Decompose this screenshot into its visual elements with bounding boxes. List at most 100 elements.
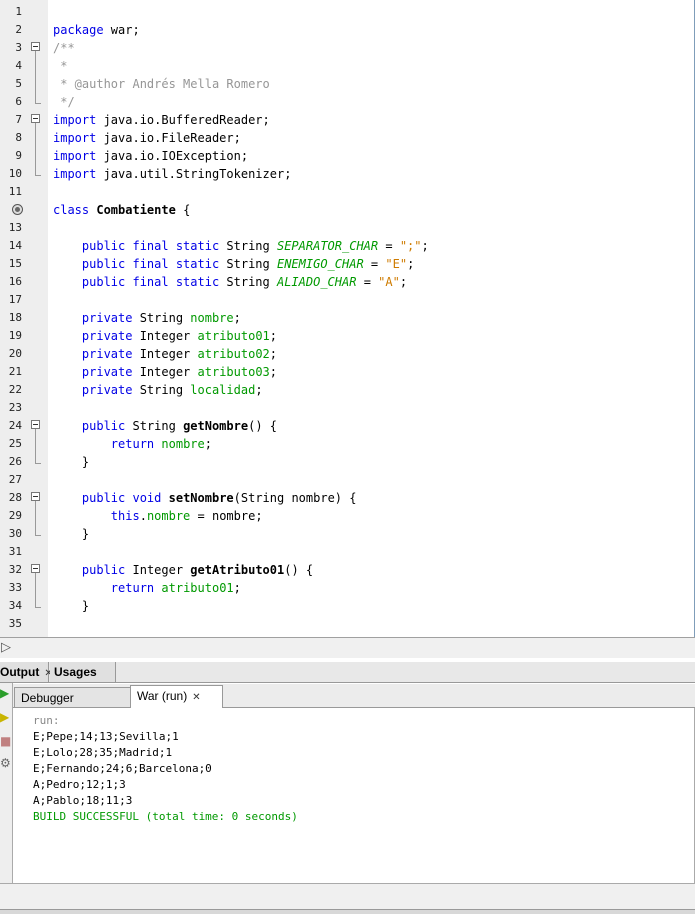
line-number[interactable]: 24 xyxy=(0,417,22,435)
fold-toggle-icon[interactable] xyxy=(31,114,40,123)
line-number[interactable]: 23 xyxy=(0,399,22,417)
code-line-14[interactable]: public final static String SEPARATOR_CHA… xyxy=(53,237,429,255)
code-line-15[interactable]: public final static String ENEMIGO_CHAR … xyxy=(53,255,414,273)
line-number[interactable]: 13 xyxy=(0,219,22,237)
code-line-8[interactable]: import java.io.FileReader; xyxy=(53,129,241,147)
expand-arrow-icon[interactable]: ▷ xyxy=(1,640,11,655)
line-number[interactable]: 9 xyxy=(0,147,22,165)
code-line-29[interactable]: this.nombre = nombre; xyxy=(53,507,263,525)
code-line-34[interactable]: } xyxy=(53,597,89,615)
line-number[interactable]: 14 xyxy=(0,237,22,255)
field: atributo02 xyxy=(197,347,270,361)
keyword: private xyxy=(81,383,133,397)
line-number[interactable]: 19 xyxy=(0,327,22,345)
line-number[interactable]: 26 xyxy=(0,453,22,471)
line-number[interactable]: 6 xyxy=(0,93,22,111)
type: Integer xyxy=(132,365,198,379)
code-line-30[interactable]: } xyxy=(53,525,89,543)
code-line-2[interactable]: package war; xyxy=(53,21,140,39)
code-line-20[interactable]: private Integer atributo02; xyxy=(53,345,277,363)
code-line-7[interactable]: import java.io.BufferedReader; xyxy=(53,111,270,129)
fold-toggle-icon[interactable] xyxy=(31,492,40,501)
code-text: } xyxy=(81,455,90,469)
close-icon[interactable]: ✕ xyxy=(192,692,200,703)
console-line: A;Pedro;12;1;3 xyxy=(33,778,126,791)
fold-end xyxy=(35,103,41,104)
tab-label: War (run) xyxy=(137,689,188,703)
rerun-icon[interactable]: ▶ xyxy=(0,710,11,724)
line-number[interactable]: 18 xyxy=(0,309,22,327)
line-number[interactable]: 20 xyxy=(0,345,22,363)
code-editor[interactable]: 1 2 3 4 5 6 7 8 9 10 11 13 14 15 16 17 18 19 20 21 22 23 24 25 2… xyxy=(0,0,695,637)
splitter-bar[interactable]: ▷ xyxy=(0,637,695,658)
line-number[interactable]: 8 xyxy=(0,129,22,147)
type: Integer xyxy=(125,563,191,577)
line-number[interactable]: 16 xyxy=(0,273,22,291)
line-number[interactable]: 30 xyxy=(0,525,22,543)
code-line-9[interactable]: import java.io.IOException; xyxy=(53,147,248,165)
code-line-16[interactable]: public final static String ALIADO_CHAR =… xyxy=(53,273,407,291)
code-line-24[interactable]: public String getNombre() { xyxy=(53,417,277,435)
keyword: public void xyxy=(81,491,162,505)
line-number[interactable]: 17 xyxy=(0,291,22,309)
code-line-21[interactable]: private Integer atributo03; xyxy=(53,363,277,381)
code-text: ; xyxy=(269,329,277,343)
line-number[interactable]: 15 xyxy=(0,255,22,273)
line-number[interactable]: 25 xyxy=(0,435,22,453)
line-number[interactable]: 11 xyxy=(0,183,22,201)
line-number[interactable]: 10 xyxy=(0,165,22,183)
keyword: public final static xyxy=(81,275,220,289)
line-number[interactable]: 35 xyxy=(0,615,22,633)
line-number[interactable]: 28 xyxy=(0,489,22,507)
code-text: ; xyxy=(269,365,277,379)
line-number[interactable]: 21 xyxy=(0,363,22,381)
code-line-22[interactable]: private String localidad; xyxy=(53,381,263,399)
code-line-18[interactable]: private String nombre; xyxy=(53,309,241,327)
line-number[interactable]: 27 xyxy=(0,471,22,489)
fold-toggle-icon[interactable] xyxy=(31,420,40,429)
fold-end xyxy=(35,175,41,176)
line-number[interactable]: 4 xyxy=(0,57,22,75)
line-number[interactable]: 31 xyxy=(0,543,22,561)
code-line-10[interactable]: import java.util.StringTokenizer; xyxy=(53,165,291,183)
code-line-19[interactable]: private Integer atributo01; xyxy=(53,327,277,345)
code-line-3[interactable]: /** xyxy=(53,39,75,57)
code-line-25[interactable]: return nombre; xyxy=(53,435,212,453)
stop-icon[interactable]: ■ xyxy=(0,734,11,748)
code-line-28[interactable]: public void setNombre(String nombre) { xyxy=(53,489,357,507)
tab-war-run[interactable]: War (run) ✕ xyxy=(130,685,223,708)
code-line-26[interactable]: } xyxy=(53,453,89,471)
class-marker-icon[interactable] xyxy=(12,204,23,215)
code-text: ; xyxy=(233,581,241,595)
tab-output[interactable]: Output ✕ xyxy=(0,662,53,682)
line-number[interactable]: 22 xyxy=(0,381,22,399)
fold-toggle-icon[interactable] xyxy=(31,564,40,573)
line-number[interactable]: 32 xyxy=(0,561,22,579)
code-line-5[interactable]: * @author Andrés Mella Romero xyxy=(53,75,270,93)
fold-line xyxy=(35,429,36,463)
console-output[interactable]: run: E;Pepe;14;13;Sevilla;1 E;Lolo;28;35… xyxy=(14,708,695,883)
run-icon[interactable]: ▶ xyxy=(0,686,11,700)
settings-icon[interactable]: ⚙ xyxy=(0,756,11,770)
line-number[interactable]: 33 xyxy=(0,579,22,597)
fold-toggle-icon[interactable] xyxy=(31,42,40,51)
code-line-4[interactable]: * xyxy=(53,57,67,75)
tab-debugger-console[interactable]: Debugger Console✕ xyxy=(14,687,131,725)
line-number[interactable]: 1 xyxy=(0,3,22,21)
line-number[interactable]: 2 xyxy=(0,21,22,39)
tab-usages[interactable]: Usages xyxy=(50,662,116,682)
code-text: } xyxy=(81,599,90,613)
code-line-33[interactable]: return atributo01; xyxy=(53,579,241,597)
keyword: private xyxy=(81,347,133,361)
code-line-32[interactable]: public Integer getAtributo01() { xyxy=(53,561,313,579)
line-number[interactable]: 34 xyxy=(0,597,22,615)
line-number[interactable]: 29 xyxy=(0,507,22,525)
line-number[interactable]: 3 xyxy=(0,39,22,57)
operator: = xyxy=(378,239,400,253)
code-line-12[interactable]: class Combatiente { xyxy=(53,201,190,219)
line-number[interactable]: 7 xyxy=(0,111,22,129)
status-bar xyxy=(0,883,695,914)
keyword: private xyxy=(81,329,133,343)
line-number[interactable]: 5 xyxy=(0,75,22,93)
code-line-6[interactable]: */ xyxy=(53,93,74,111)
